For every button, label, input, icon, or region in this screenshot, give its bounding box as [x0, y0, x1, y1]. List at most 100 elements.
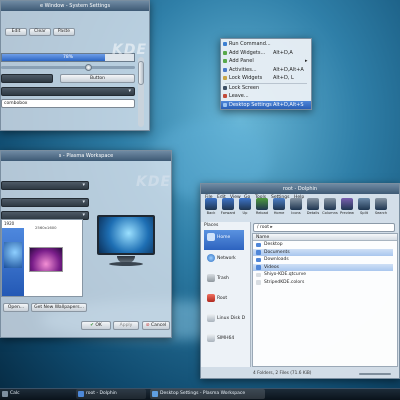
submenu-arrow-icon: ▸ [305, 58, 308, 64]
toolbar-split-icon[interactable] [358, 198, 370, 210]
toolbar-icons-icon[interactable] [290, 198, 302, 210]
run-icon [223, 42, 227, 46]
open-wallpaper-button[interactable]: Open... [3, 303, 29, 312]
place-label: Trash [217, 276, 229, 281]
places-header: Places [204, 223, 219, 228]
status-text: 4 Folders, 2 Files (71.6 KiB) [253, 371, 312, 376]
dark-line-edit[interactable] [1, 74, 53, 83]
menu-item-lock-screen[interactable]: Lock Screen [221, 84, 311, 93]
vertical-scrollbar[interactable] [138, 57, 144, 127]
place-simh64[interactable]: SIMH64 [204, 331, 244, 351]
menu-item-label: Lock Screen [229, 84, 260, 91]
apply-button[interactable]: Apply [113, 321, 139, 330]
folder-icon [256, 257, 261, 262]
toolbar-clear-button[interactable]: Clear [29, 28, 51, 36]
place-home[interactable]: Home [204, 230, 244, 250]
wallpaper-thumbnail[interactable] [29, 247, 63, 272]
breadcrumb[interactable]: / root ▸ [257, 225, 273, 230]
wallpaper-thumbnail [4, 242, 22, 268]
file-row[interactable]: Desktop [253, 241, 393, 249]
monitor-preview [97, 215, 155, 255]
zoom-slider[interactable] [359, 373, 391, 375]
button-label: OK [95, 323, 102, 328]
place-label: SIMH64 [217, 336, 235, 341]
location-bar[interactable]: / root ▸ [253, 223, 395, 232]
task-calc[interactable]: Calc [0, 389, 72, 399]
file-name: Shiyo-KDE.qtcurve [264, 272, 307, 277]
settings-icon [223, 102, 227, 107]
layout-combobox[interactable]: ▾ [1, 181, 89, 190]
cancel-button[interactable]: ⊘ Cancel [142, 321, 170, 330]
menu-item-desktop-settings[interactable]: Desktop Settings Alt+D,Alt+S [221, 100, 311, 109]
toolbar-label: Up [242, 211, 248, 215]
place-label: Home [217, 235, 231, 240]
ok-button[interactable]: ✔ OK [81, 321, 111, 330]
place-linux-disk[interactable]: Linux Disk D [204, 311, 245, 331]
lock-screen-icon [223, 85, 227, 90]
push-button[interactable]: Button [60, 74, 135, 83]
button-label: Cancel [150, 323, 167, 328]
menu-item-add-widgets[interactable]: Add Widgets... Alt+D,A [221, 49, 311, 58]
file-row[interactable]: Shiyo-KDE.qtcurve [253, 271, 393, 279]
dolphin-window: root - Dolphin File Edit View Go Tools S… [200, 183, 400, 379]
menu-item-activities[interactable]: Activities... Alt+D,Alt+A [221, 66, 311, 75]
file-row[interactable]: Videos [253, 263, 393, 271]
get-new-wallpapers-button[interactable]: Get New Wallpapers... [31, 303, 87, 312]
place-trash[interactable]: Trash [204, 271, 244, 291]
task-dolphin[interactable]: root - Dolphin [76, 389, 146, 399]
menu-item-label: Add Widgets... [229, 49, 266, 56]
wallpaper-type-combobox[interactable]: ▾ [1, 198, 89, 207]
file-row[interactable]: StripedKDE.colors [253, 279, 393, 287]
place-network[interactable]: Network [204, 251, 244, 271]
toolbar-edit-button[interactable]: Edit [5, 28, 27, 36]
calculator-icon [2, 391, 8, 397]
menu-item-add-panel[interactable]: Add Panel ▸ [221, 57, 311, 66]
leave-icon [223, 94, 227, 98]
combobox-value: combobox [4, 101, 28, 106]
toolbar-label: Split [360, 211, 368, 215]
settings-window-title[interactable]: e Window - System Settings [1, 1, 149, 11]
wallpaper-size-label: 1920 [4, 221, 15, 226]
toolbar-paste-button[interactable]: Paste [53, 28, 75, 36]
wallpaper-settings-window: s - Plasma Workspace ▾ ▾ ▾ 1920 2560x160… [0, 150, 172, 338]
menu-item-shortcut: Alt+D, L [273, 75, 294, 81]
toolbar-up-icon[interactable] [239, 198, 251, 210]
place-label: Root [217, 296, 228, 301]
toolbar-preview-icon[interactable] [341, 198, 353, 210]
wallpaper-window-title[interactable]: s - Plasma Workspace [1, 151, 171, 161]
toolbar-reload-icon[interactable] [256, 198, 268, 210]
column-header-name[interactable]: Name [253, 234, 397, 241]
slider-handle[interactable] [85, 64, 92, 71]
wallpaper-list[interactable]: 1920 2560x1600 [1, 219, 83, 297]
button-label: Open... [7, 305, 25, 310]
dark-combobox[interactable]: ▾ [1, 87, 135, 96]
place-root[interactable]: Root [204, 291, 244, 311]
menu-item-label: Activities... [229, 66, 257, 73]
task-desktop-settings[interactable]: Desktop Settings - Plasma Workspace [150, 389, 265, 399]
file-row[interactable]: Downloads [253, 256, 393, 264]
toolbar-back-icon[interactable] [205, 198, 217, 210]
scrollbar-handle[interactable] [138, 61, 144, 85]
file-name: Videos [264, 264, 279, 270]
toolbar-details-icon[interactable] [307, 198, 319, 210]
toolbar-search-icon[interactable] [375, 198, 387, 210]
menu-item-lock-widgets[interactable]: Lock Widgets Alt+D, L [221, 74, 311, 83]
settings-icon [152, 391, 158, 397]
dolphin-window-title[interactable]: root - Dolphin [201, 184, 399, 194]
button-label: Apply [119, 323, 133, 328]
menu-item-leave[interactable]: Leave... [221, 92, 311, 101]
toolbar-label: Icons [291, 211, 301, 215]
toolbar-columns-icon[interactable] [324, 198, 336, 210]
file-name: StripedKDE.colors [264, 279, 305, 285]
places-panel: Places Home Network Trash Root Linux Dis… [201, 222, 251, 367]
toolbar-home-icon[interactable] [273, 198, 285, 210]
taskbar: Calc root - Dolphin Desktop Settings - P… [0, 388, 400, 400]
wallpaper-item-selected[interactable] [2, 228, 24, 296]
file-name: Desktop [264, 242, 283, 247]
toolbar-forward-icon[interactable] [222, 198, 234, 210]
folder-icon [256, 265, 261, 270]
file-row[interactable]: Documents [253, 248, 393, 256]
combobox[interactable]: combobox [1, 99, 135, 108]
slider-track[interactable] [1, 66, 135, 69]
menu-item-run-command[interactable]: Run Command... [221, 40, 311, 49]
